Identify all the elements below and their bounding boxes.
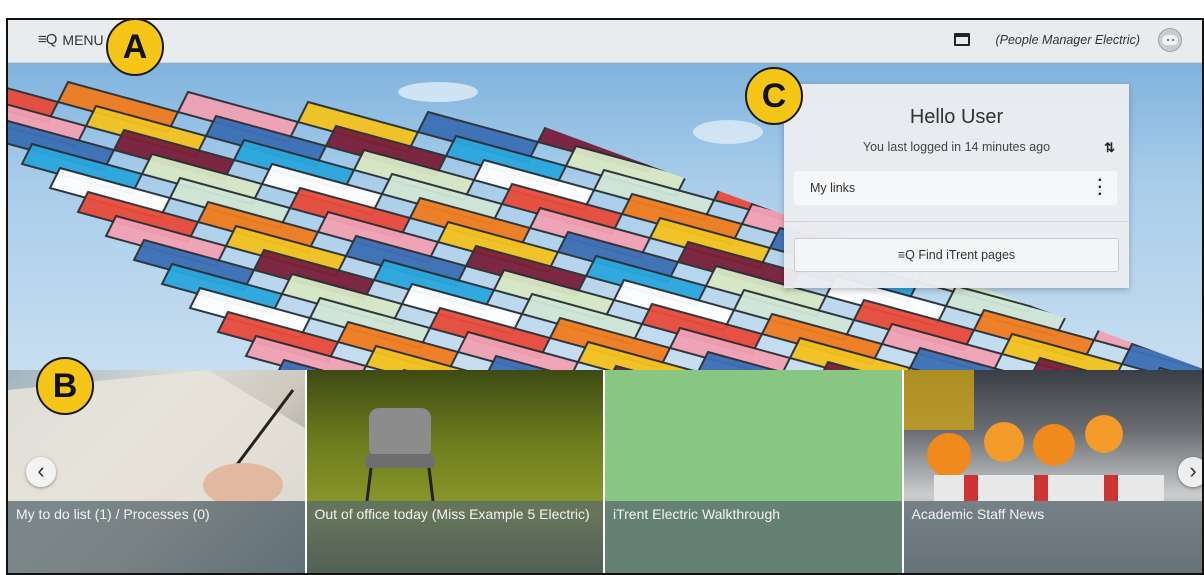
- callout-badge: A: [106, 18, 164, 76]
- tile-caption: iTrent Electric Walkthrough: [605, 501, 902, 573]
- more-options-icon[interactable]: · · ·: [1098, 173, 1103, 203]
- roadworks-image: [903, 370, 1164, 501]
- window-icon[interactable]: [954, 33, 970, 46]
- app-frame: ≡Q MENU (People Manager Electric) Hello …: [6, 18, 1204, 575]
- tile-academic-staff-news[interactable]: Academic Staff News: [903, 370, 1202, 573]
- menu-button[interactable]: ≡Q MENU: [38, 31, 104, 48]
- carousel-prev-button[interactable]: ‹: [26, 457, 56, 487]
- role-label: (People Manager Electric): [995, 33, 1140, 47]
- sort-icon[interactable]: ⇅: [1104, 140, 1115, 156]
- tile-caption: My to do list (1) / Processes (0): [8, 501, 305, 573]
- facade-panel: [1120, 342, 1202, 370]
- menu-search-icon: ≡Q: [38, 31, 57, 48]
- my-links-row[interactable]: My links · · ·: [794, 171, 1117, 205]
- divider: [784, 221, 1129, 222]
- tile-walkthrough[interactable]: iTrent Electric Walkthrough: [605, 370, 904, 573]
- chair-image: [364, 408, 435, 501]
- tile-caption: Out of office today (Miss Example 5 Elec…: [306, 501, 603, 573]
- avatar[interactable]: [1158, 28, 1182, 52]
- carousel-next-button[interactable]: ›: [1178, 457, 1202, 487]
- chevron-right-icon: ›: [1189, 458, 1197, 483]
- greeting: Hello User: [909, 106, 1004, 128]
- welcome-panel: Hello User You last logged in 14 minutes…: [784, 84, 1129, 288]
- find-label: Find iTrent pages: [918, 248, 1016, 262]
- menu-label: MENU: [62, 31, 104, 48]
- last-login-text: You last logged in 14 minutes ago: [862, 140, 1051, 154]
- tile-caption: Academic Staff News: [903, 501, 1202, 573]
- avatar-face-icon: [1162, 35, 1178, 45]
- top-bar: ≡Q MENU (People Manager Electric): [8, 20, 1202, 63]
- find-itrent-pages-button[interactable]: ≡Q Find iTrent pages: [794, 238, 1119, 272]
- tile-carousel: My to do list (1) / Processes (0) Out of…: [8, 370, 1202, 573]
- tile-out-of-office[interactable]: Out of office today (Miss Example 5 Elec…: [306, 370, 605, 573]
- callout-badge: C: [745, 67, 803, 125]
- chevron-left-icon: ‹: [37, 458, 45, 483]
- my-links-label: My links: [810, 181, 856, 195]
- menu-search-icon: ≡Q: [897, 248, 915, 262]
- callout-badge: B: [36, 357, 94, 415]
